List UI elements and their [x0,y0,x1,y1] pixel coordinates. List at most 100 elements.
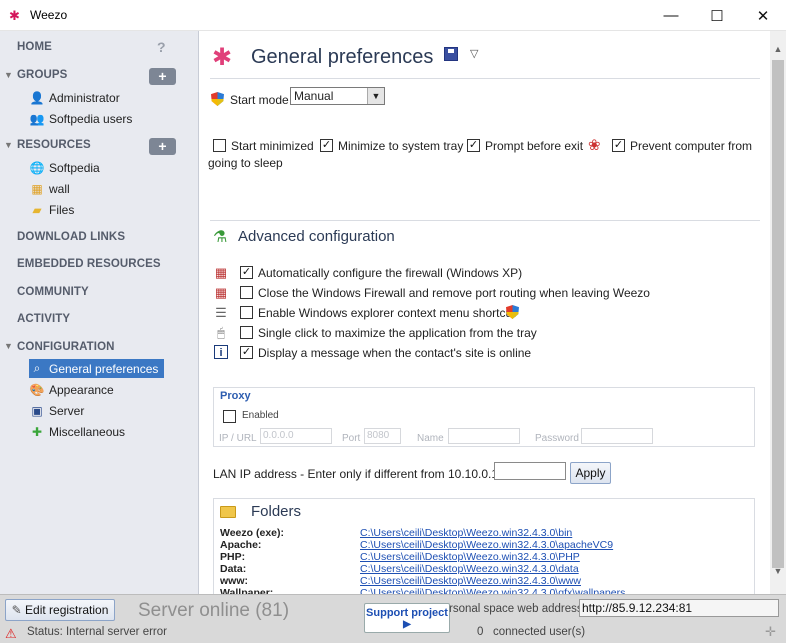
warning-icon: ⚠ [5,626,17,641]
folder-link[interactable]: C:\Users\ceili\Desktop\Weezo.win32.4.3.0… [360,575,581,587]
sidebar-item-label: Files [49,202,75,217]
sidebar-item-label: Appearance [49,382,114,397]
users-icon: 👥 [29,111,45,126]
sidebar-item-server[interactable]: ▣ Server [29,401,90,420]
menu-dropdown-icon[interactable]: ▽ [470,47,478,60]
proxy-name-input[interactable] [448,428,520,444]
prompt-before-exit-label: Prompt before exit [485,139,584,153]
nav-activity[interactable]: ACTIVITY [17,313,70,325]
sidebar-item-appearance[interactable]: 🎨 Appearance [29,380,120,399]
proxy-ip-input[interactable]: 0.0.0.0 [260,428,332,444]
scroll-down-icon[interactable]: ▼ [772,566,784,576]
lan-ip-input[interactable] [494,462,566,480]
folder-key: PHP: [220,551,246,563]
prevent-sleep-icon: ❀ [588,137,601,154]
play-icon: ▶ [403,619,411,630]
divider [210,220,760,221]
weezo-logo-icon: ✱ [9,8,20,23]
nav-configuration[interactable]: CONFIGURATION [17,341,115,353]
edit-registration-label: Edit registration [25,603,109,617]
nav-home[interactable]: HOME [17,41,52,53]
close-firewall-label: Close the Windows Firewall and remove po… [258,286,650,300]
folder-link[interactable]: C:\Users\ceili\Desktop\Weezo.win32.4.3.0… [360,539,613,551]
nav-resources[interactable]: RESOURCES [17,139,91,151]
close-button[interactable]: ✕ [740,0,786,31]
sidebar-item-administrator[interactable]: 👤 Administrator [29,88,126,107]
add-resource-button[interactable]: + [149,138,176,155]
monitor-icon: ▣ [31,403,43,418]
scroll-up-icon[interactable]: ▲ [772,44,784,54]
sidebar-item-wall[interactable]: ▦ wall [29,179,76,198]
context-menu-label: Enable Windows explorer context menu sho… [258,306,516,320]
web-resource-icon: 🌐 [29,160,45,175]
display-message-label: Display a message when the contact's sit… [258,346,532,360]
collapse-configuration-icon[interactable]: ▼ [4,341,13,351]
minimize-to-tray-checkbox[interactable]: ✓ [320,139,333,152]
sidebar-item-softpedia-users[interactable]: 👥 Softpedia users [29,109,138,128]
support-project-button[interactable]: Support project ▶ [364,603,450,633]
proxy-password-input[interactable] [581,428,653,444]
folder-key: Data: [220,563,247,575]
sidebar-item-files[interactable]: ▰ Files [29,200,80,219]
advanced-config-title: Advanced configuration [238,228,395,245]
proxy-enabled-checkbox[interactable] [223,410,236,423]
server-status: Server online (81) [138,600,289,622]
proxy-enabled-label: Enabled [242,410,279,421]
server-status-text: Server online [138,600,250,621]
prevent-sleep-label-cont: going to sleep [208,156,283,170]
nav-community[interactable]: COMMUNITY [17,286,89,298]
start-minimized-checkbox[interactable] [213,139,226,152]
folder-key: www: [220,575,248,587]
title-bar: ✱ Weezo — ☐ ✕ [0,0,786,31]
page-title: General preferences [251,46,434,68]
palette-icon: 🎨 [29,382,45,397]
nav-embedded-resources[interactable]: EMBEDDED RESOURCES [17,258,161,270]
nav-groups[interactable]: GROUPS [17,69,67,81]
proxy-password-label: Password [535,433,579,444]
sidebar-item-label: Miscellaneous [49,424,126,439]
start-minimized-label: Start minimized [231,139,314,153]
scrollbar-thumb[interactable] [772,60,784,568]
folder-link[interactable]: C:\Users\ceili\Desktop\Weezo.win32.4.3.0… [360,551,580,563]
nav-download-links[interactable]: DOWNLOAD LINKS [17,231,125,243]
apply-button[interactable]: Apply [570,462,611,484]
auto-firewall-label: Automatically configure the firewall (Wi… [258,266,523,280]
collapse-groups-icon[interactable]: ▼ [4,70,13,80]
prompt-before-exit-checkbox[interactable]: ✓ [467,139,480,152]
proxy-title: Proxy [220,390,251,402]
start-mode-select[interactable]: Manual ▼ [290,87,385,105]
save-icon[interactable] [444,47,458,61]
proxy-name-label: Name [417,433,444,444]
context-menu-checkbox[interactable] [240,306,253,319]
puzzle-icon: ✚ [31,424,43,439]
advanced-config-icon: ⚗ [213,229,228,246]
lan-ip-label: LAN IP address - Enter only if different… [213,467,512,481]
folder-link[interactable]: C:\Users\ceili\Desktop\Weezo.win32.4.3.0… [360,563,579,575]
sidebar-item-miscellaneous[interactable]: ✚ Miscellaneous [29,422,131,441]
start-mode-value: Manual [294,89,334,103]
folder-icon: ▰ [32,202,42,217]
maximize-button[interactable]: ☐ [694,0,740,31]
context-menu-icon: ☰ [215,305,227,320]
edit-registration-button[interactable]: ✎ Edit registration [5,599,115,621]
preferences-logo-icon: ✱ [212,44,233,71]
proxy-port-input[interactable]: 8080 [364,428,401,444]
collapse-resources-icon[interactable]: ▼ [4,140,13,150]
resize-grip-icon[interactable]: ✛ [765,624,776,640]
auto-firewall-checkbox[interactable]: ✓ [240,266,253,279]
sidebar-item-label: wall [49,181,70,196]
connected-count: 0 [477,626,484,638]
web-address-field[interactable]: http://85.9.12.234:81 [579,599,779,617]
sidebar-item-softpedia[interactable]: 🌐 Softpedia [29,158,106,177]
minimize-button[interactable]: — [648,0,694,31]
sidebar-item-general-preferences[interactable]: ⌕ General preferences [29,359,165,378]
help-icon[interactable]: ? [157,39,166,55]
folder-link[interactable]: C:\Users\ceili\Desktop\Weezo.win32.4.3.0… [360,527,572,539]
sidebar-item-label: General preferences [49,361,159,376]
prevent-sleep-checkbox[interactable]: ✓ [612,139,625,152]
add-group-button[interactable]: + [149,68,176,85]
single-click-checkbox[interactable] [240,326,253,339]
close-firewall-checkbox[interactable] [240,286,253,299]
sidebar-item-label: Server [49,403,85,418]
display-message-checkbox[interactable]: ✓ [240,346,253,359]
